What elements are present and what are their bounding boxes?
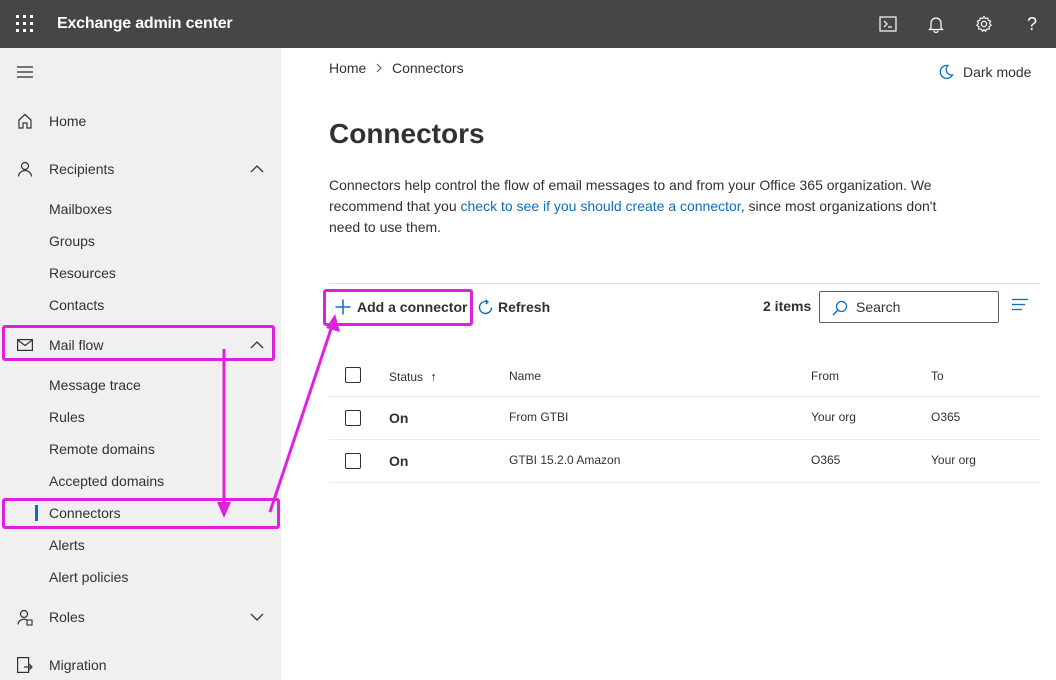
annotation-box-add-connector — [323, 289, 473, 326]
sidebar-item-label: Migration — [49, 657, 107, 673]
sidebar-item-migration[interactable]: Migration — [0, 649, 281, 680]
page-title: Connectors — [329, 118, 485, 149]
filter-options-icon[interactable] — [1011, 298, 1029, 312]
sidebar-item-label: Rules — [49, 409, 85, 425]
column-header-name[interactable]: Name — [509, 369, 541, 383]
home-icon — [16, 112, 34, 130]
migration-icon — [16, 656, 34, 674]
terminal-icon[interactable] — [876, 12, 900, 36]
sidebar-item-resources[interactable]: Resources — [0, 257, 281, 289]
row-divider — [329, 396, 1040, 397]
sidebar-item-label: Message trace — [49, 377, 141, 393]
gear-icon[interactable] — [972, 12, 996, 36]
divider — [329, 283, 1040, 284]
item-count: 2 items — [763, 298, 812, 314]
sidebar-item-message-trace[interactable]: Message trace — [0, 369, 281, 401]
column-header-label: Status — [389, 370, 424, 384]
bell-icon[interactable] — [924, 12, 948, 36]
row-status: On — [389, 453, 409, 469]
hamburger-icon[interactable] — [16, 63, 34, 81]
sidebar-item-mailboxes[interactable]: Mailboxes — [0, 193, 281, 225]
breadcrumb-home[interactable]: Home — [329, 60, 366, 76]
sidebar-item-alert-policies[interactable]: Alert policies — [0, 561, 281, 593]
sidebar-item-label: Recipients — [49, 161, 115, 177]
sidebar-item-contacts[interactable]: Contacts — [0, 289, 281, 321]
sidebar-item-label: Mailboxes — [49, 201, 113, 217]
row-divider — [329, 439, 1040, 440]
column-header-to[interactable]: To — [931, 369, 944, 383]
create-connector-help-link[interactable]: check to see if you should create a conn… — [461, 198, 741, 214]
help-icon[interactable]: ? — [1020, 12, 1044, 36]
sidebar-item-home[interactable]: Home — [0, 105, 281, 137]
row-divider — [329, 482, 1040, 483]
search-placeholder: Search — [856, 299, 901, 315]
sidebar-item-recipients[interactable]: Recipients — [0, 153, 281, 185]
sidebar-item-alerts[interactable]: Alerts — [0, 529, 281, 561]
page-description: Connectors help control the flow of emai… — [329, 175, 949, 238]
sidebar-item-remote-domains[interactable]: Remote domains — [0, 433, 281, 465]
dark-mode-toggle[interactable]: Dark mode — [938, 64, 1031, 80]
sidebar-item-rules[interactable]: Rules — [0, 401, 281, 433]
sidebar-item-label: Groups — [49, 233, 95, 249]
sidebar: Home Recipients Mailboxes Groups Resourc… — [0, 48, 281, 680]
row-name[interactable]: From GTBI — [509, 410, 568, 424]
search-input[interactable]: Search — [819, 291, 999, 323]
annotation-box-connectors — [2, 498, 280, 529]
sidebar-item-label: Alert policies — [49, 569, 129, 585]
column-header-status[interactable]: Status ↑ — [389, 369, 437, 384]
refresh-icon — [478, 298, 493, 314]
row-name[interactable]: GTBI 15.2.0 Amazon — [509, 453, 620, 467]
row-status: On — [389, 410, 409, 426]
row-from: O365 — [811, 453, 841, 467]
annotation-box-mail-flow — [2, 325, 275, 361]
row-to: Your org — [931, 453, 976, 467]
sidebar-item-label: Home — [49, 113, 87, 129]
sidebar-item-label: Accepted domains — [49, 473, 165, 489]
chevron-right-icon — [376, 63, 382, 73]
sidebar-item-label: Roles — [49, 609, 85, 625]
breadcrumb-current: Connectors — [392, 60, 464, 76]
sidebar-item-label: Contacts — [49, 297, 105, 313]
sidebar-item-accepted-domains[interactable]: Accepted domains — [0, 465, 281, 497]
person-icon — [16, 160, 34, 178]
sort-ascending-icon: ↑ — [430, 369, 437, 384]
waffle-icon[interactable] — [16, 15, 34, 33]
row-from: Your org — [811, 410, 856, 424]
top-bar: Exchange admin center ? — [0, 0, 1056, 48]
refresh-button[interactable]: Refresh — [477, 296, 550, 318]
chevron-up-icon[interactable] — [249, 161, 265, 177]
nav-collapse-toggle[interactable] — [0, 56, 281, 88]
refresh-label: Refresh — [498, 299, 551, 315]
sidebar-item-label: Resources — [49, 265, 116, 281]
row-checkbox[interactable] — [345, 410, 361, 426]
sidebar-item-roles[interactable]: Roles — [0, 601, 281, 633]
row-to: O365 — [931, 410, 961, 424]
sidebar-item-label: Alerts — [49, 537, 85, 553]
select-all-checkbox[interactable] — [345, 367, 361, 383]
sidebar-item-groups[interactable]: Groups — [0, 225, 281, 257]
chevron-down-icon[interactable] — [249, 609, 265, 625]
roles-icon — [16, 608, 34, 626]
app-title[interactable]: Exchange admin center — [57, 15, 233, 33]
sidebar-item-label: Remote domains — [49, 441, 155, 457]
dark-mode-label: Dark mode — [963, 64, 1032, 80]
moon-icon — [939, 64, 954, 79]
search-icon — [832, 300, 848, 316]
column-header-from[interactable]: From — [811, 369, 839, 383]
row-checkbox[interactable] — [345, 453, 361, 469]
